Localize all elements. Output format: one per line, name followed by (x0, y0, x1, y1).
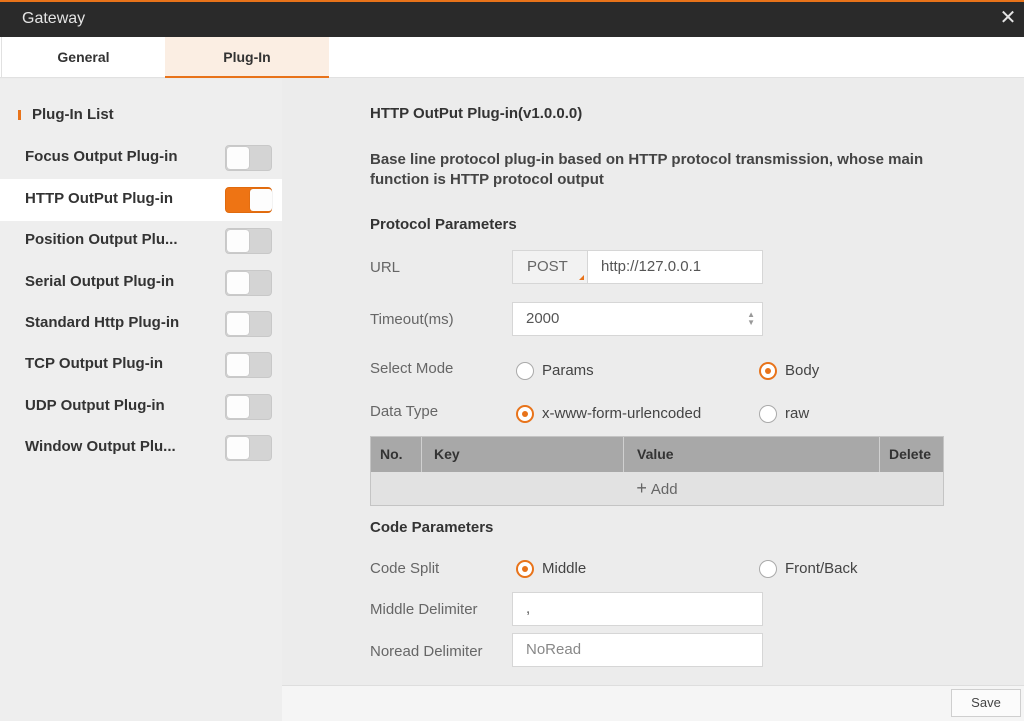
tab-bar: General Plug-In (0, 37, 1024, 78)
sidebar-item-label: UDP Output Plug-in (25, 397, 165, 414)
title-bar: Gateway ✕ (0, 0, 1024, 37)
code-parameters-heading: Code Parameters (370, 519, 494, 536)
plugin-toggle[interactable] (225, 394, 272, 420)
select-mode-label: Select Mode (370, 360, 454, 377)
column-header-key: Key (422, 437, 624, 472)
sidebar-item-label: Position Output Plu... (25, 231, 178, 248)
plugin-toggle[interactable] (225, 187, 272, 213)
tab-general[interactable]: General (1, 37, 165, 78)
plugin-toggle[interactable] (225, 145, 272, 171)
plugin-toggle[interactable] (225, 270, 272, 296)
sidebar-item-label: Serial Output Plug-in (25, 273, 175, 290)
plugin-toggle[interactable] (225, 228, 272, 254)
radio-label: Body (785, 362, 820, 379)
sidebar-item-window-output[interactable]: Window Output Plu... (0, 427, 282, 469)
toggle-knob (250, 189, 272, 211)
column-header-delete: Delete (889, 446, 932, 462)
http-method-select[interactable]: POST (512, 250, 587, 284)
add-row-button[interactable]: + Add (371, 472, 943, 505)
toggle-knob (227, 396, 249, 418)
sidebar-item-standard-http[interactable]: Standard Http Plug-in (0, 303, 282, 345)
footer-bar: Save (282, 685, 1024, 721)
toggle-knob (227, 437, 249, 459)
sidebar-item-http-output[interactable]: HTTP OutPut Plug-in (0, 179, 282, 221)
plugin-title: HTTP OutPut Plug-in(v1.0.0.0) (370, 105, 583, 122)
save-button[interactable]: Save (951, 689, 1021, 717)
toggle-knob (227, 147, 249, 169)
plugin-list-heading: Plug-In List (18, 106, 114, 123)
radio-label: x-www-form-urlencoded (542, 405, 702, 422)
plugin-sidebar: Plug-In List Focus Output Plug-in HTTP O… (0, 79, 282, 721)
radio-dot (759, 405, 777, 423)
sidebar-item-serial-output[interactable]: Serial Output Plug-in (0, 262, 282, 304)
toggle-knob (227, 354, 249, 376)
radio-label: Front/Back (785, 560, 858, 577)
table-header: No. Key Value Delete (371, 437, 943, 472)
add-row-label: Add (650, 481, 678, 498)
plugin-description: Base line protocol plug-in based on HTTP… (370, 151, 924, 188)
spin-arrows-icon[interactable]: ▲ ▼ (747, 311, 755, 327)
sidebar-item-label: Focus Output Plug-in (25, 148, 178, 165)
tab-plug-in[interactable]: Plug-In (165, 37, 329, 78)
plugin-list-heading-text: Plug-In List (32, 106, 114, 123)
sidebar-item-udp-output[interactable]: UDP Output Plug-in (0, 386, 282, 428)
sidebar-item-label: Window Output Plu... (25, 438, 176, 455)
toggle-knob (227, 272, 249, 294)
sidebar-item-label: Standard Http Plug-in (25, 314, 180, 331)
url-input[interactable]: http://127.0.0.1 (587, 250, 763, 284)
radio-label: raw (785, 405, 810, 422)
timeout-spinbox[interactable]: 2000 ▲ ▼ (512, 302, 763, 336)
middle-delimiter-input[interactable]: , (512, 592, 763, 626)
sidebar-item-tcp-output[interactable]: TCP Output Plug-in (0, 344, 282, 386)
radio-dot (759, 362, 777, 380)
window-title: Gateway (22, 10, 86, 27)
sidebar-item-position-output[interactable]: Position Output Plu... (0, 220, 282, 262)
column-header-no: No. (371, 437, 422, 472)
params-table: No. Key Value Delete + Add (370, 436, 944, 506)
url-label: URL (370, 259, 401, 276)
code-split-label: Code Split (370, 560, 440, 577)
plugin-toggle[interactable] (225, 352, 272, 378)
timeout-label: Timeout(ms) (370, 311, 454, 328)
sidebar-item-focus-output[interactable]: Focus Output Plug-in (0, 137, 282, 179)
toggle-knob (227, 313, 249, 335)
plus-icon: + (636, 478, 647, 498)
close-icon[interactable]: ✕ (996, 6, 1020, 30)
protocol-parameters-heading: Protocol Parameters (370, 216, 517, 233)
noread-delimiter-label: Noread Delimiter (370, 643, 483, 660)
sidebar-item-label: HTTP OutPut Plug-in (25, 190, 174, 207)
plugin-settings-panel: HTTP OutPut Plug-in(v1.0.0.0) Base line … (282, 79, 1024, 685)
data-type-label: Data Type (370, 403, 439, 420)
radio-label: Params (542, 362, 594, 379)
sidebar-item-label: TCP Output Plug-in (25, 355, 164, 372)
radio-dot (516, 362, 534, 380)
noread-delimiter-input[interactable]: NoRead (512, 633, 763, 667)
radio-label: Middle (542, 560, 587, 577)
plugin-toggle[interactable] (225, 435, 272, 461)
toggle-knob (227, 230, 249, 252)
radio-dot (759, 560, 777, 578)
radio-dot (516, 560, 534, 578)
radio-dot (516, 405, 534, 423)
middle-delimiter-label: Middle Delimiter (370, 601, 478, 618)
plugin-toggle[interactable] (225, 311, 272, 337)
timeout-value: 2000 (526, 310, 560, 327)
column-header-value: Value (624, 437, 880, 472)
